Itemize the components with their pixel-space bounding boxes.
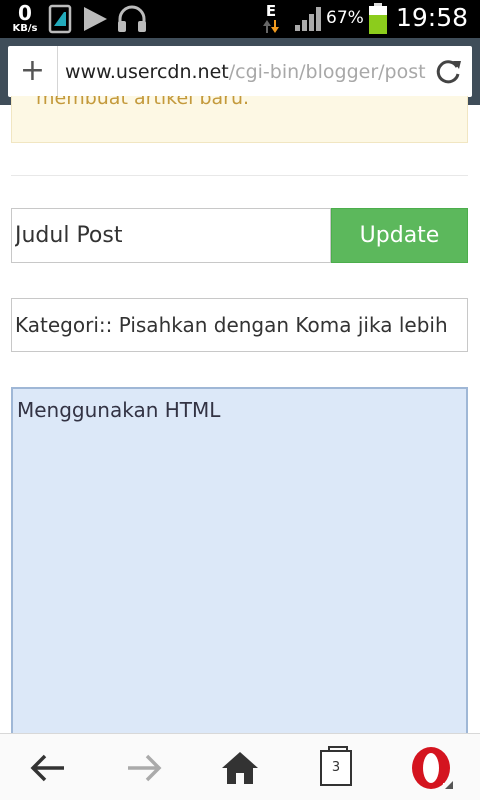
data-transfer-icon: E bbox=[262, 3, 280, 35]
browser-toolbar: + www.usercdn.net/cgi-bin/blogger/post bbox=[0, 38, 480, 105]
status-bar: 0 KB/s E 67% 19:58 bbox=[0, 0, 480, 38]
post-title-input[interactable] bbox=[11, 208, 331, 263]
post-body-editor[interactable] bbox=[11, 387, 468, 747]
home-icon bbox=[222, 751, 258, 784]
back-arrow-icon bbox=[30, 754, 64, 781]
notice-box: membuat artikel baru. bbox=[11, 96, 468, 143]
network-speed: 0 KB/s bbox=[8, 3, 42, 34]
forward-button[interactable] bbox=[96, 734, 192, 800]
signal-icon bbox=[295, 7, 321, 31]
battery-icon bbox=[369, 3, 387, 34]
network-type: E bbox=[265, 2, 277, 20]
address-bar: + www.usercdn.net/cgi-bin/blogger/post bbox=[8, 46, 472, 97]
network-speed-unit: KB/s bbox=[12, 23, 38, 34]
clock: 19:58 bbox=[396, 3, 469, 32]
reload-icon[interactable] bbox=[433, 57, 463, 87]
opera-menu-button[interactable] bbox=[384, 734, 480, 800]
url-field[interactable]: www.usercdn.net/cgi-bin/blogger/post bbox=[65, 59, 431, 85]
data-arrows-icon bbox=[263, 20, 279, 33]
tabs-button[interactable]: 3 bbox=[288, 734, 384, 800]
home-button[interactable] bbox=[192, 734, 288, 800]
forward-arrow-icon bbox=[128, 754, 162, 781]
headphones-icon bbox=[118, 5, 146, 32]
new-tab-button[interactable]: + bbox=[8, 46, 58, 97]
back-button[interactable] bbox=[0, 734, 96, 800]
opera-icon bbox=[412, 746, 453, 791]
battery-percent: 67% bbox=[326, 8, 364, 28]
bottom-navigation: 3 bbox=[0, 733, 480, 800]
network-speed-value: 0 bbox=[18, 1, 32, 25]
screen: 0 KB/s E 67% 19:58 + www.usercdn.net/cgi… bbox=[0, 0, 480, 800]
category-input[interactable] bbox=[11, 298, 468, 352]
tab-count: 3 bbox=[331, 759, 341, 775]
divider bbox=[11, 175, 468, 176]
notice-text: membuat artikel baru. bbox=[36, 96, 250, 109]
tabs-icon: 3 bbox=[320, 745, 352, 786]
url-path: /cgi-bin/blogger/post bbox=[228, 61, 426, 83]
sim-card-icon bbox=[48, 4, 72, 34]
url-host: www.usercdn.net bbox=[65, 61, 229, 83]
play-icon bbox=[84, 7, 107, 31]
update-button[interactable]: Update bbox=[331, 208, 468, 263]
